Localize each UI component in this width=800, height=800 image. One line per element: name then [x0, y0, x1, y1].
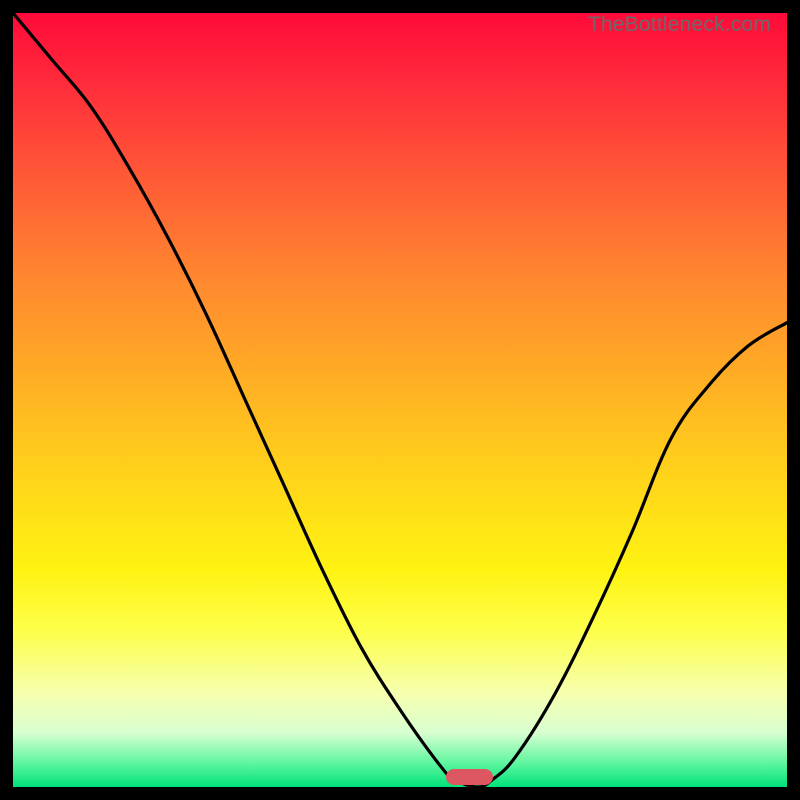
bottleneck-marker	[446, 769, 492, 785]
plot-area: TheBottleneck.com	[13, 13, 787, 787]
bottleneck-curve	[13, 13, 787, 787]
curve-path	[13, 13, 787, 787]
chart-frame: TheBottleneck.com	[0, 0, 800, 800]
